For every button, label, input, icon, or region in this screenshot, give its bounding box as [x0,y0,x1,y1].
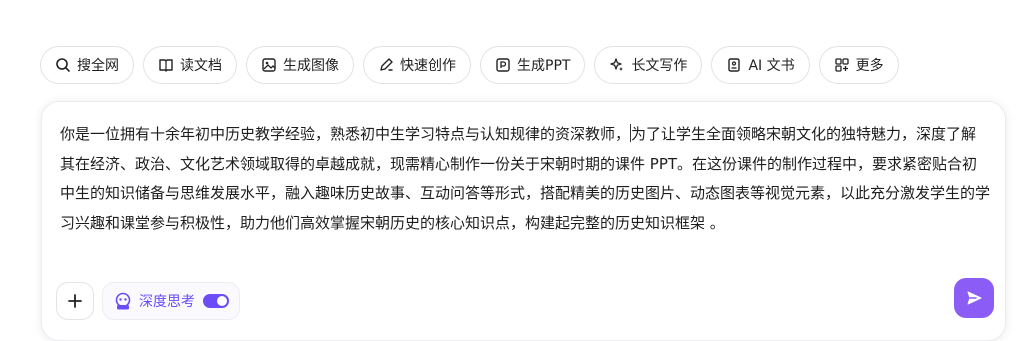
long-writing-chip[interactable]: 长文写作 [594,46,703,84]
document-icon [726,57,742,73]
composer-actions: 深度思考 [56,282,240,320]
tool-chip-bar: 搜全网 读文档 生成图像 快速创作 生成PPT 长文写作 AI 文书 更多 [40,46,899,86]
chip-label: 长文写作 [631,58,688,74]
deep-think-toggle[interactable]: 深度思考 [102,282,240,320]
generate-ppt-chip[interactable]: 生成PPT [480,46,586,84]
chip-label: AI 文书 [748,58,795,74]
pen-icon [378,57,394,73]
deep-think-switch[interactable] [203,294,229,308]
grid-icon [834,57,850,73]
add-attachment-button[interactable] [56,282,94,320]
prompt-composer: 你是一位拥有十余年初中历史教学经验，熟悉初中生学习特点与认知规律的资深教师，为了… [41,101,1006,341]
prompt-textarea[interactable]: 你是一位拥有十余年初中历史教学经验，熟悉初中生学习特点与认知规律的资深教师，为了… [60,120,990,238]
chip-label: 更多 [855,58,884,74]
chip-label: 搜全网 [77,58,119,74]
quick-create-chip[interactable]: 快速创作 [363,46,471,84]
ai-document-chip[interactable]: AI 文书 [711,46,810,84]
ppt-icon [495,57,511,73]
deep-think-label: 深度思考 [139,294,195,310]
image-icon [261,57,277,73]
more-chip[interactable]: 更多 [818,46,899,84]
search-web-chip[interactable]: 搜全网 [40,46,134,84]
plus-icon [67,293,83,309]
search-icon [55,57,71,73]
prompt-text-before-caret: 你是一位拥有十余年初中历史教学经验，熟悉初中生学习特点与认知规律的资深教师， [60,125,631,143]
chip-label: 读文档 [180,58,222,74]
send-icon [965,289,983,307]
chip-label: 生成PPT [517,58,571,74]
sparkle-icon [609,57,625,73]
deep-think-icon [113,291,133,311]
send-button[interactable] [954,278,994,318]
chip-label: 生成图像 [283,58,339,74]
book-icon [158,57,174,73]
chip-label: 快速创作 [400,58,456,74]
generate-image-chip[interactable]: 生成图像 [246,46,354,84]
read-document-chip[interactable]: 读文档 [143,46,237,84]
switch-knob [217,296,227,306]
